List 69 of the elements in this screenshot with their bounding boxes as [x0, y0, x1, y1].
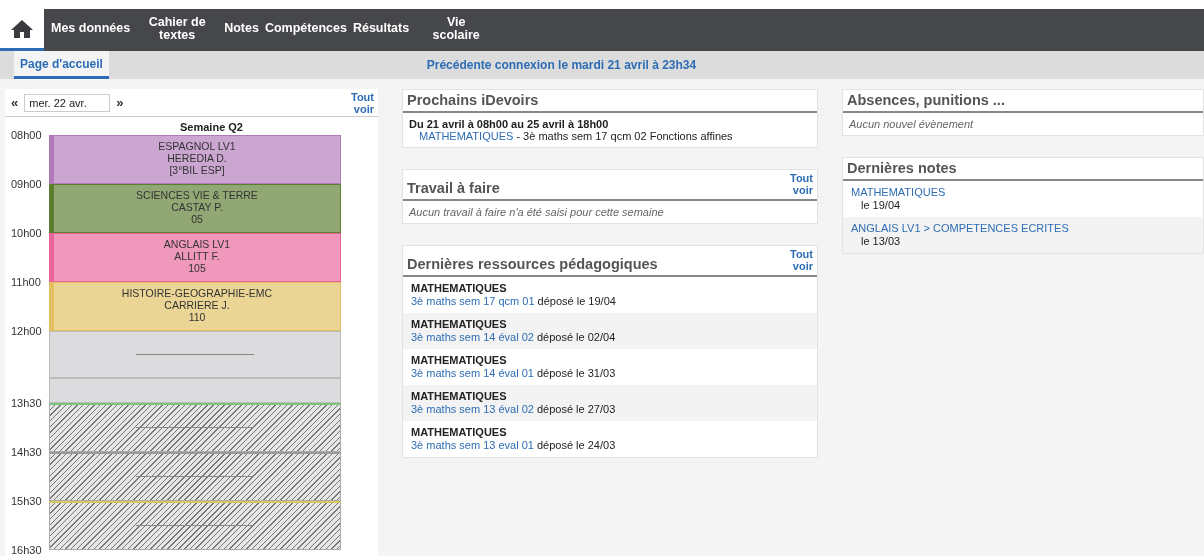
- time-label: 10h00: [11, 227, 42, 239]
- nav-item[interactable]: Vie scolaire: [416, 9, 497, 51]
- course-room: 110: [188, 311, 206, 323]
- see-all-link[interactable]: Tout voir: [348, 90, 374, 115]
- course-subject: ANGLAIS LV1: [163, 238, 231, 250]
- section-title: Dernières ressources pédagogiques: [407, 256, 658, 272]
- grade-subject-link[interactable]: MATHEMATIQUES: [851, 186, 946, 198]
- course-room: [3°BIL ESP]: [169, 164, 225, 176]
- time-label: 12h00: [11, 325, 42, 337]
- nav-item[interactable]: Notes: [217, 9, 266, 51]
- grade-date: le 13/03: [860, 235, 902, 248]
- time-label: 08h00: [11, 129, 42, 141]
- course-subject: HISTOIRE-GEOGRAPHIE-EMC: [121, 287, 273, 299]
- time-label: 11h00: [11, 276, 41, 288]
- course-block[interactable]: HISTOIRE-GEOGRAPHIE-EMC CARRIERE J. 110: [49, 282, 341, 331]
- grade-date: le 19/04: [860, 199, 902, 212]
- resource-link[interactable]: 3è maths sem 13 eval 01: [411, 439, 534, 451]
- nav-item[interactable]: Mes données: [44, 9, 138, 51]
- course-teacher: HEREDIA D.: [167, 152, 227, 164]
- nav-item[interactable]: Cahier de textes: [137, 9, 218, 51]
- home-button[interactable]: [0, 9, 44, 51]
- see-all-link[interactable]: Tout voir: [787, 172, 813, 196]
- resource-text: 3è maths sem 14 éval 01 déposé le 31/03: [411, 367, 617, 380]
- section-title: Dernières notes: [847, 160, 957, 176]
- time-label: 13h30: [11, 397, 42, 409]
- resource-subject: MATHEMATIQUES: [411, 390, 508, 403]
- resource-subject: MATHEMATIQUES: [411, 426, 508, 439]
- assignment-dates: Du 21 avril à 08h00 au 25 avril à 18h00: [409, 118, 610, 130]
- resource-link[interactable]: 3è maths sem 14 éval 01: [411, 367, 534, 379]
- resource-text: 3è maths sem 17 qcm 01 déposé le 19/04: [411, 295, 617, 308]
- resource-link[interactable]: 3è maths sem 17 qcm 01: [411, 295, 535, 307]
- subject-link[interactable]: MATHEMATIQUES: [419, 130, 514, 142]
- time-label: 14h30: [11, 446, 42, 458]
- course-subject: SCIENCES VIE & TERRE: [136, 189, 258, 201]
- empty-message: Aucun travail à faire n'a été saisi pour cette semaine: [409, 206, 665, 218]
- section-title: Prochains iDevoirs: [407, 92, 539, 108]
- resource-link[interactable]: 3è maths sem 14 éval 02: [411, 331, 534, 343]
- section-title: Travail à faire: [407, 180, 500, 196]
- next-day-button[interactable]: »: [116, 95, 124, 110]
- course-teacher: CARRIERE J.: [164, 299, 230, 311]
- resource-subject: MATHEMATIQUES: [411, 354, 508, 367]
- course-teacher: CASTAY P.: [171, 201, 223, 213]
- resource-text: 3è maths sem 13 eval 01 déposé le 24/03: [411, 439, 617, 452]
- nav-item[interactable]: Compétences: [265, 9, 346, 51]
- last-login-text: Précédente connexion le mardi 21 avril à 23h34: [425, 58, 698, 72]
- section-title: Absences, punitions ...: [847, 92, 1005, 108]
- resource-text: 3è maths sem 13 éval 02 déposé le 27/03: [411, 403, 617, 416]
- empty-message: Aucun nouvel évènement: [849, 118, 975, 130]
- time-label: 15h30: [11, 495, 42, 507]
- see-all-link[interactable]: Tout voir: [787, 248, 813, 272]
- page-tab[interactable]: Page d'accueil: [14, 51, 109, 79]
- course-teacher: ALLITT F.: [174, 250, 220, 262]
- resource-text: 3è maths sem 14 éval 02 déposé le 02/04: [411, 331, 617, 344]
- grade-subject-link[interactable]: ANGLAIS LV1 > COMPETENCES ECRITES: [851, 222, 1069, 234]
- time-label: 16h30: [11, 544, 42, 556]
- resource-subject: MATHEMATIQUES: [411, 282, 508, 295]
- time-label: 09h00: [11, 178, 42, 190]
- course-block[interactable]: ESPAGNOL LV1 HEREDIA D. [3°BIL ESP]: [49, 135, 341, 184]
- course-block[interactable]: ANGLAIS LV1 ALLITT F. 105: [49, 233, 341, 282]
- resource-subject: MATHEMATIQUES: [411, 318, 508, 331]
- course-room: 105: [188, 262, 206, 274]
- previous-day-button[interactable]: «: [11, 95, 19, 110]
- date-field[interactable]: mer. 22 avr.: [24, 93, 111, 112]
- course-room: 05: [191, 213, 203, 225]
- home-icon: [10, 18, 34, 39]
- course-block[interactable]: SCIENCES VIE & TERRE CASTAY P. 05: [49, 184, 341, 233]
- resource-link[interactable]: 3è maths sem 13 éval 02: [411, 403, 534, 415]
- course-subject: ESPAGNOL LV1: [158, 140, 236, 152]
- assignment-text: MATHEMATIQUES - 3è maths sem 17 qcm 02 Fonctions affines: [418, 130, 734, 142]
